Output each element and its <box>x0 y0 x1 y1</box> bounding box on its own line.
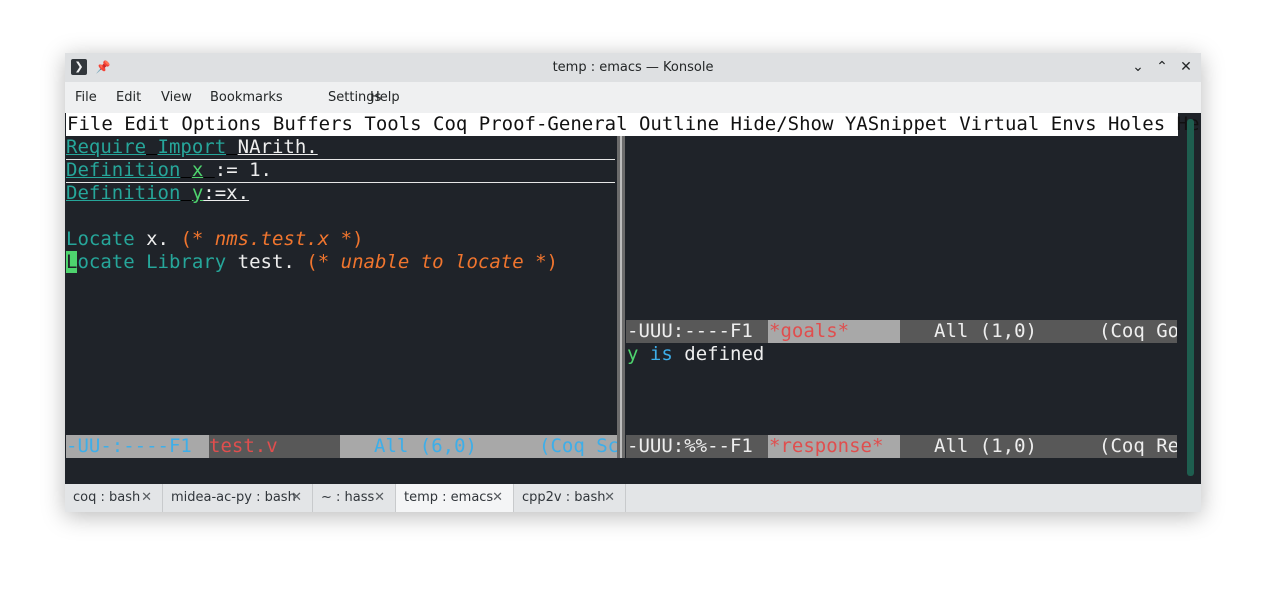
definition-body: := 1. <box>214 159 272 181</box>
keyword-require: Require <box>66 136 147 158</box>
terminal-scrollbar[interactable] <box>1187 119 1194 476</box>
close-tab-icon[interactable]: ✕ <box>492 484 503 512</box>
modeline-mode: (Coq Go <box>1099 320 1177 342</box>
menu-view[interactable]: View <box>161 82 192 113</box>
close-tab-icon[interactable]: ✕ <box>374 484 385 512</box>
keyword-locate: Locate <box>66 228 135 250</box>
close-button[interactable]: ✕ <box>1177 58 1195 76</box>
modeline-position: All (1,0) <box>934 320 1037 342</box>
tab-label: ~ : hass <box>321 490 375 505</box>
module-name: NArith. <box>237 136 318 158</box>
modeline-mode: (Coq Sc <box>539 435 617 457</box>
response-text: defined <box>684 343 765 365</box>
code-line-5[interactable]: Locate x. (* nms.test.x *) <box>66 228 364 251</box>
modeline-test-v[interactable]: -UU-:----F1 test.v All (6,0) (Coq Sc <box>66 435 617 458</box>
variable-x: x <box>191 159 204 181</box>
menu-help[interactable]: Help <box>370 82 400 113</box>
comment-open: (* <box>306 251 330 273</box>
konsole-window: ❯ 📌 temp : emacs — Konsole ⌄ ⌃ ✕ File Ed… <box>65 53 1201 512</box>
keyword-definition: Definition <box>66 182 181 204</box>
keyword-definition: Definition <box>66 159 181 181</box>
tab-label: midea-ac-py : bash <box>171 490 296 505</box>
response-keyword: is <box>649 343 673 365</box>
modeline-buffer-name: *response* <box>769 435 884 457</box>
menu-bookmarks[interactable]: Bookmarks <box>210 82 283 113</box>
comment-close: *) <box>340 228 364 250</box>
keyword-locate-library: ocate Library <box>77 251 227 273</box>
keyword-import: Import <box>157 136 227 158</box>
tab-label: temp : emacs <box>404 490 494 505</box>
modeline-position: All (1,0) <box>934 435 1037 457</box>
close-tab-icon[interactable]: ✕ <box>291 484 302 512</box>
tab-temp-emacs[interactable]: temp : emacs ✕ <box>396 484 514 512</box>
tab-label: cpp2v : bash <box>522 490 606 505</box>
comment-text: nms.test.x <box>214 228 330 250</box>
minimize-button[interactable]: ⌄ <box>1129 58 1147 76</box>
locate-arg: test. <box>237 251 295 273</box>
variable-y: y <box>191 182 204 204</box>
modeline-mode: (Coq Re <box>1099 435 1177 457</box>
comment-text: unable to locate <box>340 251 524 273</box>
comment-close: *) <box>535 251 558 273</box>
locate-arg: x. <box>146 228 169 250</box>
maximize-button[interactable]: ⌃ <box>1153 58 1171 76</box>
tab-coq-bash[interactable]: coq : bash ✕ <box>65 484 163 512</box>
modeline-state: -UUU:%%--F1 <box>627 435 753 457</box>
menu-edit[interactable]: Edit <box>116 82 141 113</box>
konsole-menubar: File Edit View Bookmarks Settings Help <box>65 82 1201 113</box>
tab-label: coq : bash <box>73 490 141 505</box>
code-line-2[interactable]: Definition x := 1. <box>66 159 615 183</box>
window-divider[interactable] <box>617 136 625 458</box>
modeline-response[interactable]: -UUU:%%--F1 *response* All (1,0) (Coq Re <box>626 435 1177 458</box>
tab-midea-ac-py-bash[interactable]: midea-ac-py : bash ✕ <box>163 484 313 512</box>
menu-file[interactable]: File <box>75 82 97 113</box>
response-variable: y <box>627 343 639 365</box>
modeline-position: All (6,0) <box>374 435 477 457</box>
code-line-1[interactable]: Require Import NArith. <box>66 136 615 160</box>
modeline-state: -UUU:----F1 <box>627 320 753 342</box>
tab-bar: coq : bash ✕ midea-ac-py : bash ✕ ~ : hass… <box>65 484 1201 512</box>
modeline-goals[interactable]: -UUU:----F1 *goals* All (1,0) (Coq Go <box>626 320 1177 343</box>
close-tab-icon[interactable]: ✕ <box>141 484 152 512</box>
text-cursor: L <box>66 251 78 273</box>
response-line[interactable]: y is defined <box>627 343 764 366</box>
code-line-3[interactable]: Definition y:=x. <box>66 182 249 205</box>
close-tab-icon[interactable]: ✕ <box>604 484 615 512</box>
tab-hass[interactable]: ~ : hass ✕ <box>313 484 396 512</box>
code-line-6[interactable]: Locate Library test. (* unable to locate… <box>66 251 558 274</box>
emacs-menu-bar[interactable]: File Edit Options Buffers Tools Coq Proo… <box>66 113 1201 136</box>
window-title: temp : emacs — Konsole <box>552 60 714 75</box>
title-bar[interactable]: ❯ 📌 temp : emacs — Konsole ⌄ ⌃ ✕ <box>65 53 1201 82</box>
modeline-buffer-name: test.v <box>209 435 278 457</box>
modeline-buffer-name: *goals* <box>769 320 850 342</box>
tab-cpp2v-bash[interactable]: cpp2v : bash ✕ <box>514 484 626 512</box>
modeline-state: -UU-:----F1 <box>66 435 192 457</box>
comment-open: (* <box>180 228 204 250</box>
definition-body: :=x. <box>203 182 250 204</box>
terminal-area[interactable]: File Edit Options Buffers Tools Coq Proo… <box>65 113 1201 484</box>
